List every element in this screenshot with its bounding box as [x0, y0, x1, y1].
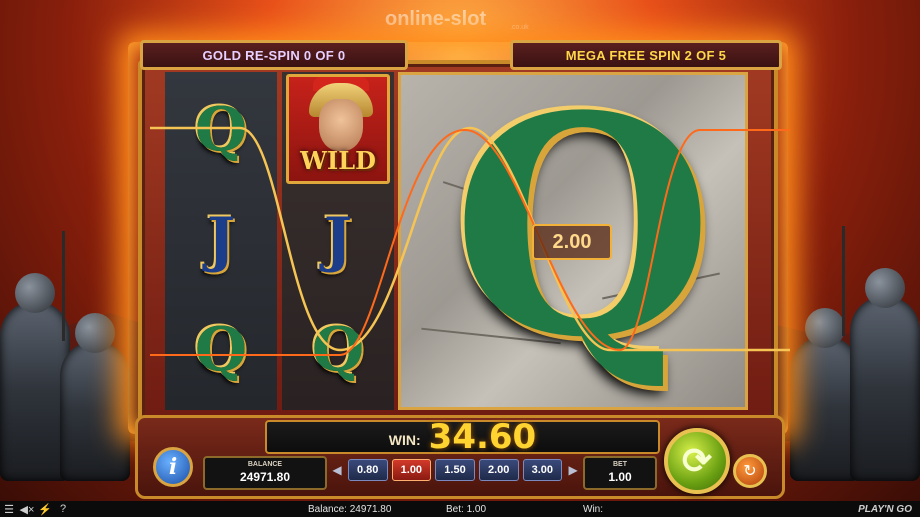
win-display: WIN: 34.60	[265, 417, 660, 457]
game-scene: online-slot .co.uk GOLD RE-SPIN 0 OF 0 M…	[0, 0, 920, 501]
bet-option-selected[interactable]: 1.00	[391, 459, 432, 481]
bet-display: BET 1.00	[583, 456, 657, 490]
provider-logo: PLAY'N GO	[858, 503, 912, 515]
bet-option[interactable]: 3.00	[522, 459, 563, 481]
info-icon: i	[168, 454, 178, 480]
spin-button[interactable]: ⟳	[664, 428, 730, 494]
bet-decrease-button[interactable]: ◀	[330, 459, 344, 481]
balance-label: BALANCE	[247, 461, 283, 468]
mega-win-badge: 2.00	[532, 224, 612, 260]
status-balance: Balance: 24971.80	[308, 503, 392, 515]
status-win: Win:	[583, 503, 603, 515]
help-icon[interactable]: ?	[54, 503, 72, 515]
autoplay-icon: ↻	[743, 463, 757, 480]
spin-icon: ⟳	[681, 440, 713, 481]
balance-display: BALANCE 24971.80	[203, 456, 327, 490]
status-bet: Bet: 1.00	[446, 503, 487, 515]
info-button[interactable]: i	[153, 447, 193, 487]
bet-value: 1.00	[608, 470, 632, 484]
bet-option[interactable]: 0.80	[347, 459, 388, 481]
bet-selector: ◀ 0.80 1.00 1.50 2.00 3.00 ▶	[330, 457, 580, 483]
win-label: WIN:	[388, 432, 421, 448]
bet-option[interactable]: 2.00	[478, 459, 519, 481]
bet-option[interactable]: 1.50	[435, 459, 475, 481]
payline-orange	[150, 128, 790, 356]
menu-icon[interactable]: ☰	[0, 503, 18, 516]
payline-gold	[150, 126, 790, 352]
win-value: 34.60	[428, 417, 537, 457]
bet-increase-button[interactable]: ▶	[566, 459, 580, 481]
bet-label: BET	[613, 461, 627, 468]
balance-value: 24971.80	[239, 470, 291, 484]
status-bar: ☰ ◀× ⚡ ? Balance: 24971.80 Bet: 1.00 Win…	[0, 501, 920, 517]
autoplay-button[interactable]: ↻	[733, 454, 767, 488]
sound-icon[interactable]: ◀×	[18, 503, 36, 516]
turbo-icon[interactable]: ⚡	[36, 503, 54, 516]
